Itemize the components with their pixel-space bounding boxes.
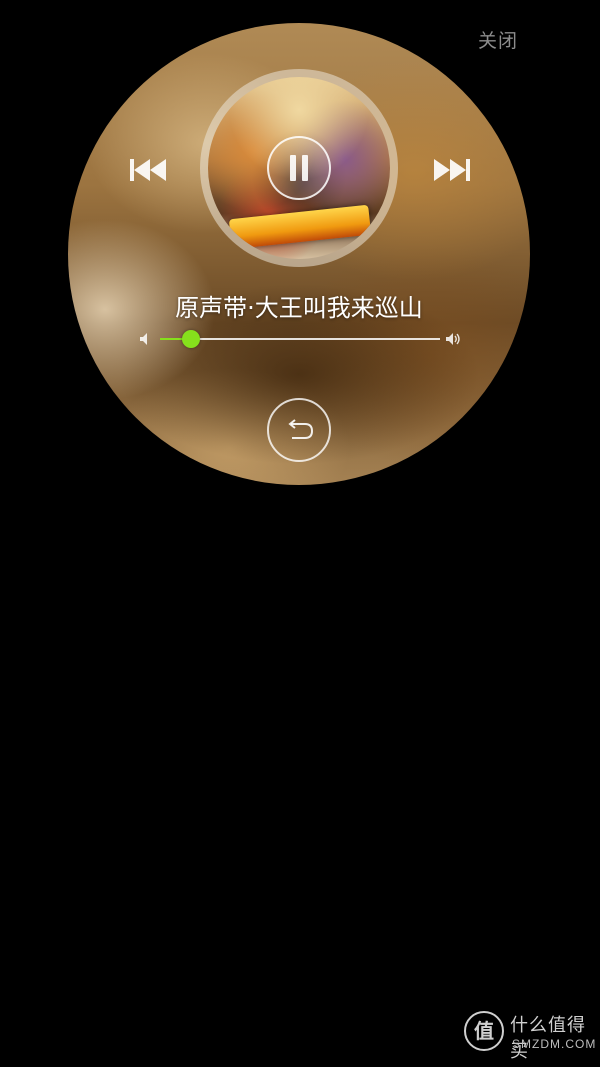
- previous-track-button[interactable]: [128, 157, 172, 183]
- music-player-panel: 原声带·大王叫我来巡山: [68, 23, 530, 485]
- site-watermark: 值 什么值得买 SMZDM.COM: [462, 1009, 595, 1062]
- close-button[interactable]: 关闭: [478, 26, 518, 53]
- pause-icon: [290, 155, 296, 181]
- back-arrow-icon: [288, 419, 314, 439]
- album-cover-logo: [228, 204, 372, 250]
- album-cover-ring: [200, 69, 398, 267]
- pause-icon: [302, 155, 308, 181]
- next-track-button[interactable]: [428, 157, 472, 183]
- volume-slider-thumb[interactable]: [181, 330, 200, 348]
- next-track-icon: [434, 159, 470, 181]
- pause-button[interactable]: [267, 136, 331, 200]
- watermark-logo: 值: [464, 1011, 504, 1051]
- volume-low-icon: [138, 331, 154, 347]
- song-title: 原声带·大王叫我来巡山: [175, 294, 423, 322]
- watermark-site-domain: SMZDM.COM: [512, 1037, 597, 1051]
- volume-high-icon: [445, 331, 461, 347]
- previous-track-icon: [130, 159, 166, 181]
- back-button[interactable]: [267, 398, 331, 462]
- volume-slider[interactable]: [160, 330, 440, 348]
- album-cover: [208, 77, 390, 259]
